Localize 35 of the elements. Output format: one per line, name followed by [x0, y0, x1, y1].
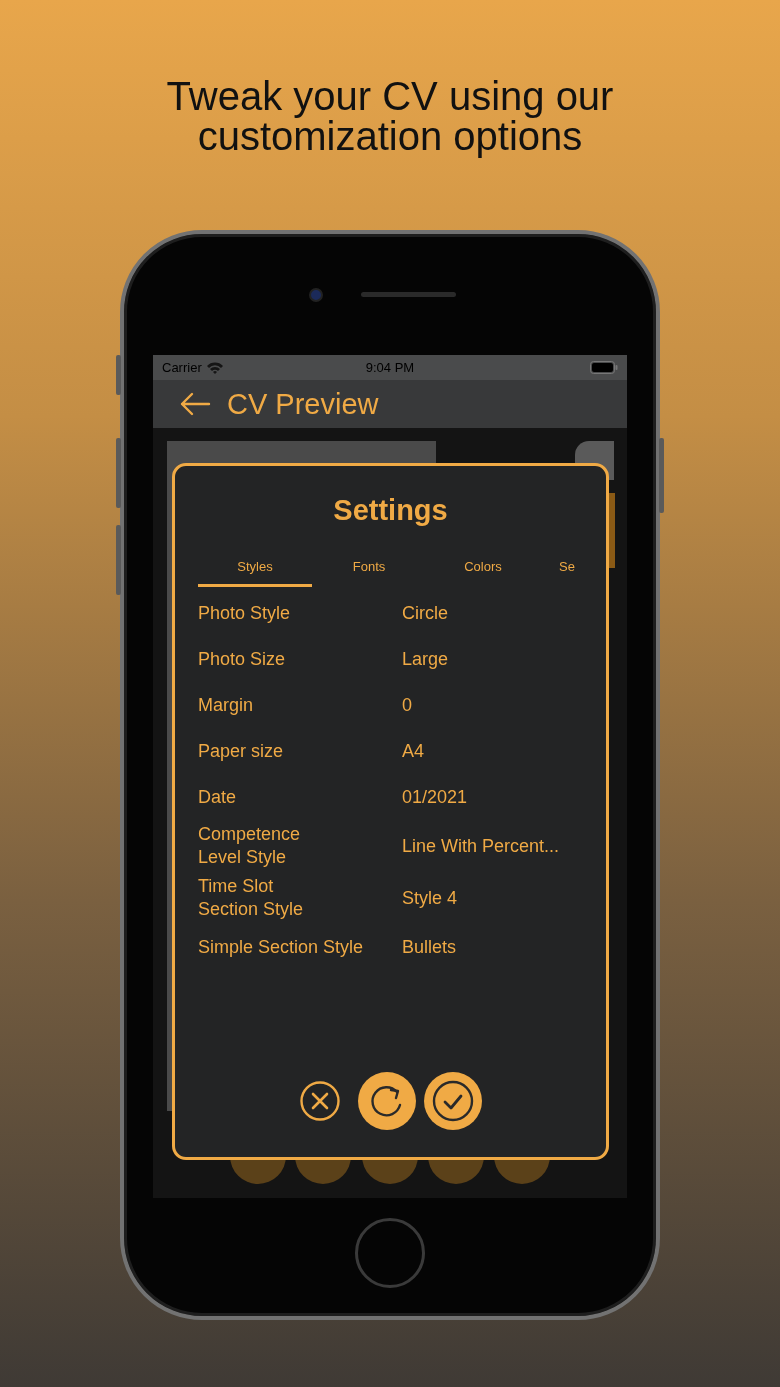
- tab[interactable]: Fonts: [312, 549, 426, 587]
- back-button[interactable]: [179, 392, 211, 416]
- setting-value[interactable]: Bullets: [402, 936, 457, 958]
- checkmark-icon: [431, 1080, 474, 1122]
- setting-label: Margin: [198, 693, 255, 717]
- setting-label: Date: [198, 785, 238, 809]
- tab[interactable]: Se: [540, 549, 594, 587]
- status-time: 9:04 PM: [365, 360, 415, 375]
- setting-value[interactable]: Style 4: [402, 887, 458, 909]
- carrier-label: Carrier: [162, 360, 202, 375]
- tab[interactable]: Colors: [426, 549, 540, 587]
- setting-value[interactable]: 01/2021: [402, 786, 468, 808]
- setting-value[interactable]: Large: [402, 648, 449, 670]
- dialog-title: Settings: [332, 493, 449, 527]
- setting-label: Simple Section Style: [198, 935, 365, 959]
- tab[interactable]: Styles: [198, 549, 312, 587]
- setting-label: Paper size: [198, 739, 285, 763]
- back-arrow-icon: [179, 392, 211, 416]
- setting-value[interactable]: 0: [402, 694, 412, 716]
- setting-label: Photo Size: [198, 647, 287, 671]
- camera-lens: [308, 287, 323, 302]
- close-icon: [299, 1081, 340, 1121]
- headline: Tweak your CV using our customization options: [165, 73, 615, 156]
- setting-label: Photo Style: [198, 601, 292, 625]
- setting-label: Competence Level Style: [198, 823, 302, 869]
- setting-value[interactable]: A4: [402, 740, 425, 762]
- cancel-button[interactable]: [299, 1081, 340, 1121]
- confirm-button[interactable]: [423, 1072, 482, 1130]
- battery-icon: [590, 361, 618, 374]
- wifi-icon: [205, 361, 224, 374]
- setting-value[interactable]: Line With Percent...: [402, 835, 560, 857]
- setting-value[interactable]: Circle: [402, 602, 448, 624]
- reset-button[interactable]: [357, 1072, 416, 1130]
- setting-label: Time Slot Section Style: [198, 875, 305, 921]
- nav-title: CV Preview: [227, 387, 379, 421]
